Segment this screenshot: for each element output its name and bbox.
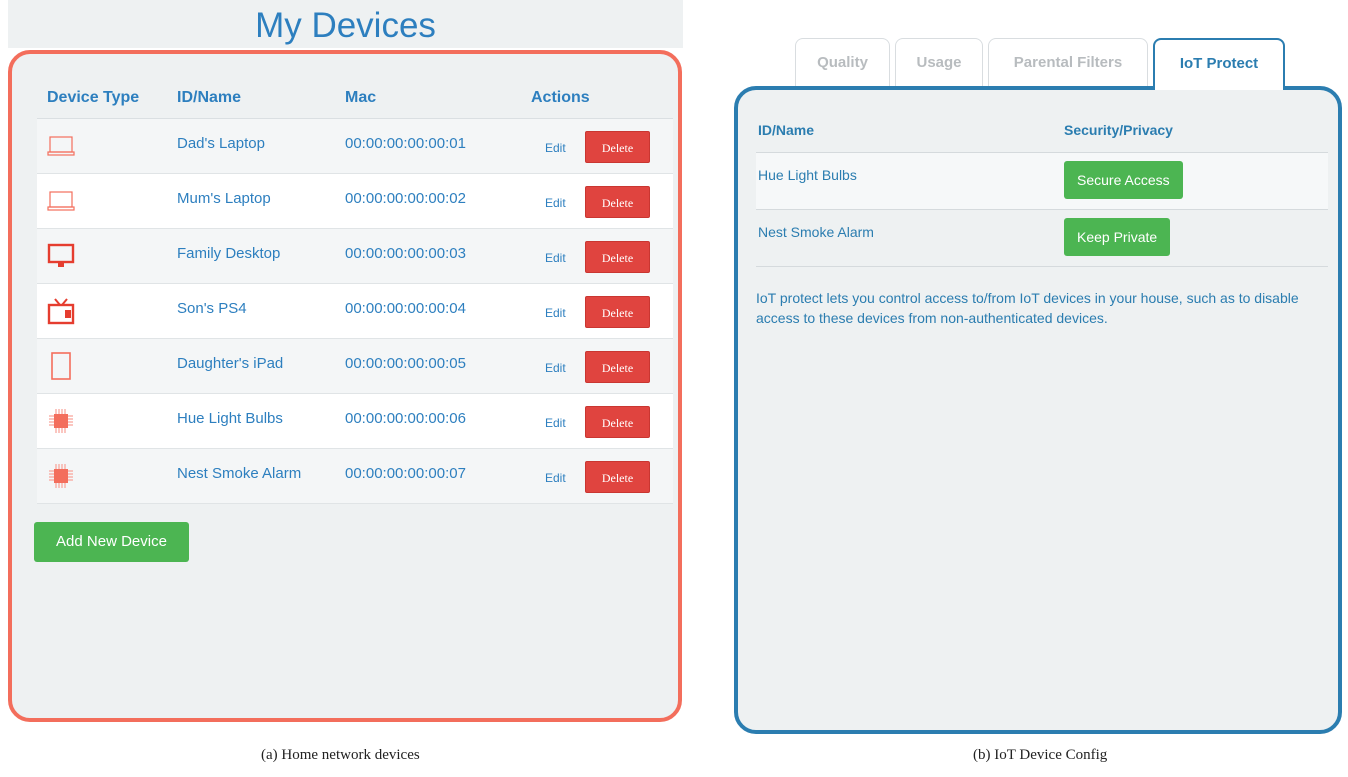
iot-config-panel: ID/Name Security/Privacy Hue Light Bulbs… [734,86,1342,734]
table-row: Hue Light Bulbs 00:00:00:00:00:06 Edit Dele… [37,394,673,449]
col-security-privacy: Security/Privacy [1064,122,1173,138]
col-mac: Mac [345,89,377,106]
device-name[interactable]: Daughter's iPad [177,355,283,372]
delete-button[interactable]: Delete [585,131,650,163]
table-row: Nest Smoke Alarm 00:00:00:00:00:07 Edit Del… [37,449,673,504]
devices-table-header: Device Type ID/Name Mac Actions [37,78,673,119]
col-actions: Actions [531,89,590,106]
device-name[interactable]: Son's PS4 [177,300,247,317]
table-row: Mum's Laptop 00:00:00:00:00:02 Edit Delete [37,174,673,229]
edit-link[interactable]: Edit [545,251,566,265]
delete-button[interactable]: Delete [585,296,650,328]
device-mac: 00:00:00:00:00:01 [345,135,466,152]
tv-icon [47,297,75,325]
secure-access-button[interactable]: Secure Access [1064,161,1183,199]
tab-usage[interactable]: Usage [895,38,983,88]
device-rows: Dad's Laptop 00:00:00:00:00:01 Edit Delete M… [37,119,673,504]
device-mac: 00:00:00:00:00:06 [345,410,466,427]
chip-icon [47,407,75,435]
device-name[interactable]: Nest Smoke Alarm [177,465,301,482]
delete-button[interactable]: Delete [585,406,650,438]
device-mac: 00:00:00:00:00:03 [345,245,466,262]
delete-button[interactable]: Delete [585,186,650,218]
iot-table: ID/Name Security/Privacy Hue Light Bulbs… [756,112,1328,267]
devices-panel: Device Type ID/Name Mac Actions Dad's La… [8,50,682,722]
tab-iot-protect[interactable]: IoT Protect [1153,38,1285,90]
desktop-icon [47,242,75,270]
table-row: Nest Smoke Alarm Keep Private [756,210,1328,267]
col-device-type: Device Type [47,89,140,106]
edit-link[interactable]: Edit [545,196,566,210]
add-new-device-button[interactable]: Add New Device [34,522,189,562]
device-mac: 00:00:00:00:00:07 [345,465,466,482]
device-name[interactable]: Family Desktop [177,245,280,262]
device-name[interactable]: Dad's Laptop [177,135,265,152]
tab-parental-filters[interactable]: Parental Filters [988,38,1148,88]
delete-button[interactable]: Delete [585,461,650,493]
caption-b: (b) IoT Device Config [973,747,1108,763]
edit-link[interactable]: Edit [545,306,566,320]
device-mac: 00:00:00:00:00:04 [345,300,466,317]
laptop-icon [47,187,75,215]
caption-a: (a) Home network devices [261,747,420,763]
keep-private-button[interactable]: Keep Private [1064,218,1171,256]
devices-table: Device Type ID/Name Mac Actions Dad's La… [37,78,673,504]
iot-table-header: ID/Name Security/Privacy [756,112,1328,153]
chip-icon [47,462,75,490]
edit-link[interactable]: Edit [545,471,566,485]
device-mac: 00:00:00:00:00:05 [345,355,466,372]
table-row: Dad's Laptop 00:00:00:00:00:01 Edit Delete [37,119,673,174]
device-name[interactable]: Mum's Laptop [177,190,271,207]
col-id-name: ID/Name [177,89,242,106]
iot-description: IoT protect lets you control access to/f… [756,290,1299,326]
tab-quality[interactable]: Quality [795,38,890,88]
table-row: Hue Light Bulbs Secure Access [756,153,1328,210]
col-id-name: ID/Name [758,122,815,138]
edit-link[interactable]: Edit [545,416,566,430]
delete-button[interactable]: Delete [585,351,650,383]
table-row: Daughter's iPad 00:00:00:00:00:05 Edit Dele… [37,339,673,394]
table-row: Son's PS4 00:00:00:00:00:04 Edit Delete [37,284,673,339]
device-name[interactable]: Hue Light Bulbs [177,410,283,427]
iot-device-name: Hue Light Bulbs [758,167,857,183]
iot-device-name: Nest Smoke Alarm [758,224,874,240]
table-row: Family Desktop 00:00:00:00:00:03 Edit Delet… [37,229,673,284]
edit-link[interactable]: Edit [545,361,566,375]
page-title: My Devices [255,6,436,45]
device-mac: 00:00:00:00:00:02 [345,190,466,207]
edit-link[interactable]: Edit [545,141,566,155]
tablet-icon [47,352,75,380]
laptop-icon [47,132,75,160]
delete-button[interactable]: Delete [585,241,650,273]
